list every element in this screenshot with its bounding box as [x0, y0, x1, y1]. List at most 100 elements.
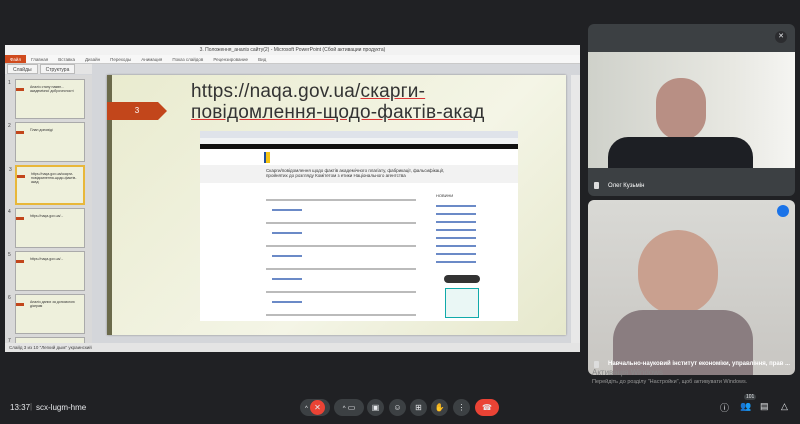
- windows-activation-text: Перейдіть до розділу "Настройки", щоб ак…: [592, 379, 748, 385]
- site-nav: [200, 149, 518, 165]
- activities-icon[interactable]: △: [781, 401, 788, 412]
- thumbnail-number: 5: [8, 252, 11, 258]
- tab-outline[interactable]: Структура: [39, 64, 76, 74]
- pin-icon[interactable]: [594, 182, 599, 189]
- ribbon-tab[interactable]: Анимация: [136, 55, 167, 63]
- news-link: [436, 237, 476, 239]
- ribbon-tab[interactable]: Вид: [253, 55, 271, 63]
- slide-title: https://naqa.gov.ua/скарги-повідомлення-…: [191, 81, 485, 123]
- participant-name: Навчально-науковий інститут економіки, у…: [608, 361, 791, 367]
- complaint-link: [272, 301, 302, 303]
- text-line: [266, 291, 416, 293]
- tab-slides[interactable]: Слайды: [7, 64, 38, 74]
- participant-tile[interactable]: Навчально-науковий інститут економіки, у…: [588, 200, 795, 375]
- thumbnail-title: Аналіз стану наявн... академічної доброч…: [30, 85, 74, 93]
- slide-thumbnail[interactable]: 5 https://naqa.gov.ua/...: [8, 251, 85, 291]
- thumbnail-tag: [16, 217, 24, 220]
- chevron-up-icon: ^: [304, 406, 308, 412]
- ribbon-tab[interactable]: Вставка: [53, 55, 80, 63]
- participant-tile[interactable]: ✕ Олег Кузьмін: [588, 24, 795, 196]
- scrollbar[interactable]: [571, 75, 580, 343]
- text-line: [266, 314, 416, 316]
- thumbnail-title: https://naqa.gov.ua/...: [30, 257, 64, 261]
- video-feed: [588, 52, 795, 168]
- chevron-up-icon: ^: [342, 406, 346, 412]
- ribbon-tab[interactable]: Дизайн: [80, 55, 105, 63]
- news-heading: НОВИНИ: [436, 193, 454, 198]
- meet-toolbar: 13:37 | scx-lugm-hme ^ ✕ ^ ▭ ▣ ☺ ⊞ ✋ ⋮ ☎…: [0, 394, 800, 423]
- thumbnail-tag: [16, 131, 24, 134]
- info-icon[interactable]: ⓘ: [720, 401, 729, 414]
- news-link: [436, 253, 476, 255]
- person-head: [656, 78, 706, 140]
- title-link: повідомлення-щодо-фактів-акад: [191, 102, 485, 123]
- thumbnail-tag: [17, 175, 25, 178]
- meeting-code: scx-lugm-hme: [36, 403, 87, 412]
- slide-thumbnail[interactable]: 1 Аналіз стану наявн... академічної добро…: [8, 79, 85, 119]
- slide-number-tag: 3: [107, 102, 167, 120]
- website-screenshot: Скарги/повідомлення щодо фактів академіч…: [200, 131, 518, 321]
- status-bar: Слайд 3 из 10 "Легкий дым" украинский: [5, 343, 580, 352]
- ribbon-tab-file[interactable]: Файл: [5, 55, 27, 63]
- complaint-link: [272, 209, 302, 211]
- thumbnail-number: 1: [8, 80, 11, 86]
- thumbnail-title: План доповіді: [30, 128, 53, 132]
- slide-thumbnail[interactable]: 6 Аналіз даних за допомогою діаграм: [8, 294, 85, 334]
- mic-toggle-button[interactable]: ^ ✕: [300, 399, 330, 416]
- site-heading: Скарги/повідомлення щодо фактів академіч…: [200, 165, 518, 183]
- title-text: https://naqa.gov.ua/: [191, 81, 361, 102]
- text-line: [266, 245, 416, 247]
- thumbnail-title: Аналіз даних за допомогою діаграм: [30, 300, 75, 308]
- thumbnail-tag: [16, 260, 24, 263]
- person-head: [638, 230, 718, 315]
- meeting-time: 13:37: [10, 403, 31, 412]
- news-link: [436, 221, 476, 223]
- complaint-link: [272, 255, 302, 257]
- ribbon-tab[interactable]: Переходы: [105, 55, 136, 63]
- window-title: 3. Положення_аналіз сайту(2) - Microsoft…: [5, 45, 580, 55]
- thumbnail-number: 4: [8, 209, 11, 215]
- speaking-indicator-icon: [777, 205, 789, 217]
- naqa-logo: [264, 152, 270, 163]
- ribbon-tab[interactable]: Главная: [26, 55, 53, 63]
- call-end-icon: ☎: [482, 403, 492, 412]
- leave-call-button[interactable]: ☎: [475, 399, 499, 416]
- mic-off-icon: ✕: [310, 400, 326, 416]
- thumbnail-tag: [16, 88, 24, 91]
- current-slide: 3 https://naqa.gov.ua/скарги-повідомленн…: [107, 75, 566, 335]
- thumbnail-number: 6: [8, 295, 11, 301]
- browser-tabs: [200, 131, 518, 138]
- divider: |: [30, 402, 33, 411]
- emoji-icon: ☺: [393, 403, 402, 412]
- reactions-button[interactable]: ☺: [389, 399, 406, 416]
- thumbnail-tag: [16, 303, 24, 306]
- text-line: [266, 268, 416, 270]
- news-link: [436, 261, 476, 263]
- ribbon-tab[interactable]: Рецензирование: [208, 55, 253, 63]
- book-banner: [445, 288, 479, 318]
- news-link: [436, 229, 476, 231]
- raise-hand-button[interactable]: ✋: [431, 399, 448, 416]
- person-body: [608, 137, 753, 168]
- thumbnail-number: 2: [8, 123, 11, 129]
- ribbon-tab[interactable]: Показ слайдов: [167, 55, 208, 63]
- slide-thumbnail[interactable]: 2 План доповіді: [8, 122, 85, 162]
- present-button[interactable]: ⊞: [410, 399, 427, 416]
- captions-icon: ▣: [371, 403, 380, 412]
- slide-thumbnail[interactable]: 3 https://naqa.gov.ua/скарги-повідомлення…: [9, 165, 85, 205]
- camera-toggle-button[interactable]: ^ ▭: [334, 399, 364, 416]
- camera-icon: ▭: [347, 403, 356, 412]
- complaint-link: [272, 278, 302, 280]
- slide-thumbnail[interactable]: 4 https://naqa.gov.ua/...: [8, 208, 85, 248]
- captions-button[interactable]: ▣: [367, 399, 384, 416]
- thumbnail-title: https://naqa.gov.ua/скарги-повідомлення-…: [31, 172, 77, 184]
- more-options-button[interactable]: ⋮: [453, 399, 470, 416]
- powerpoint-window: 3. Положення_аналіз сайту(2) - Microsoft…: [5, 45, 580, 352]
- thumbnail-number: 3: [9, 167, 12, 173]
- hand-icon: ✋: [434, 403, 445, 412]
- chat-icon[interactable]: ▤: [760, 401, 769, 412]
- people-icon[interactable]: 👥: [740, 401, 751, 412]
- thumbnail-title: https://naqa.gov.ua/...: [30, 214, 64, 218]
- all-news-button: [444, 275, 480, 283]
- pin-icon[interactable]: [594, 361, 599, 368]
